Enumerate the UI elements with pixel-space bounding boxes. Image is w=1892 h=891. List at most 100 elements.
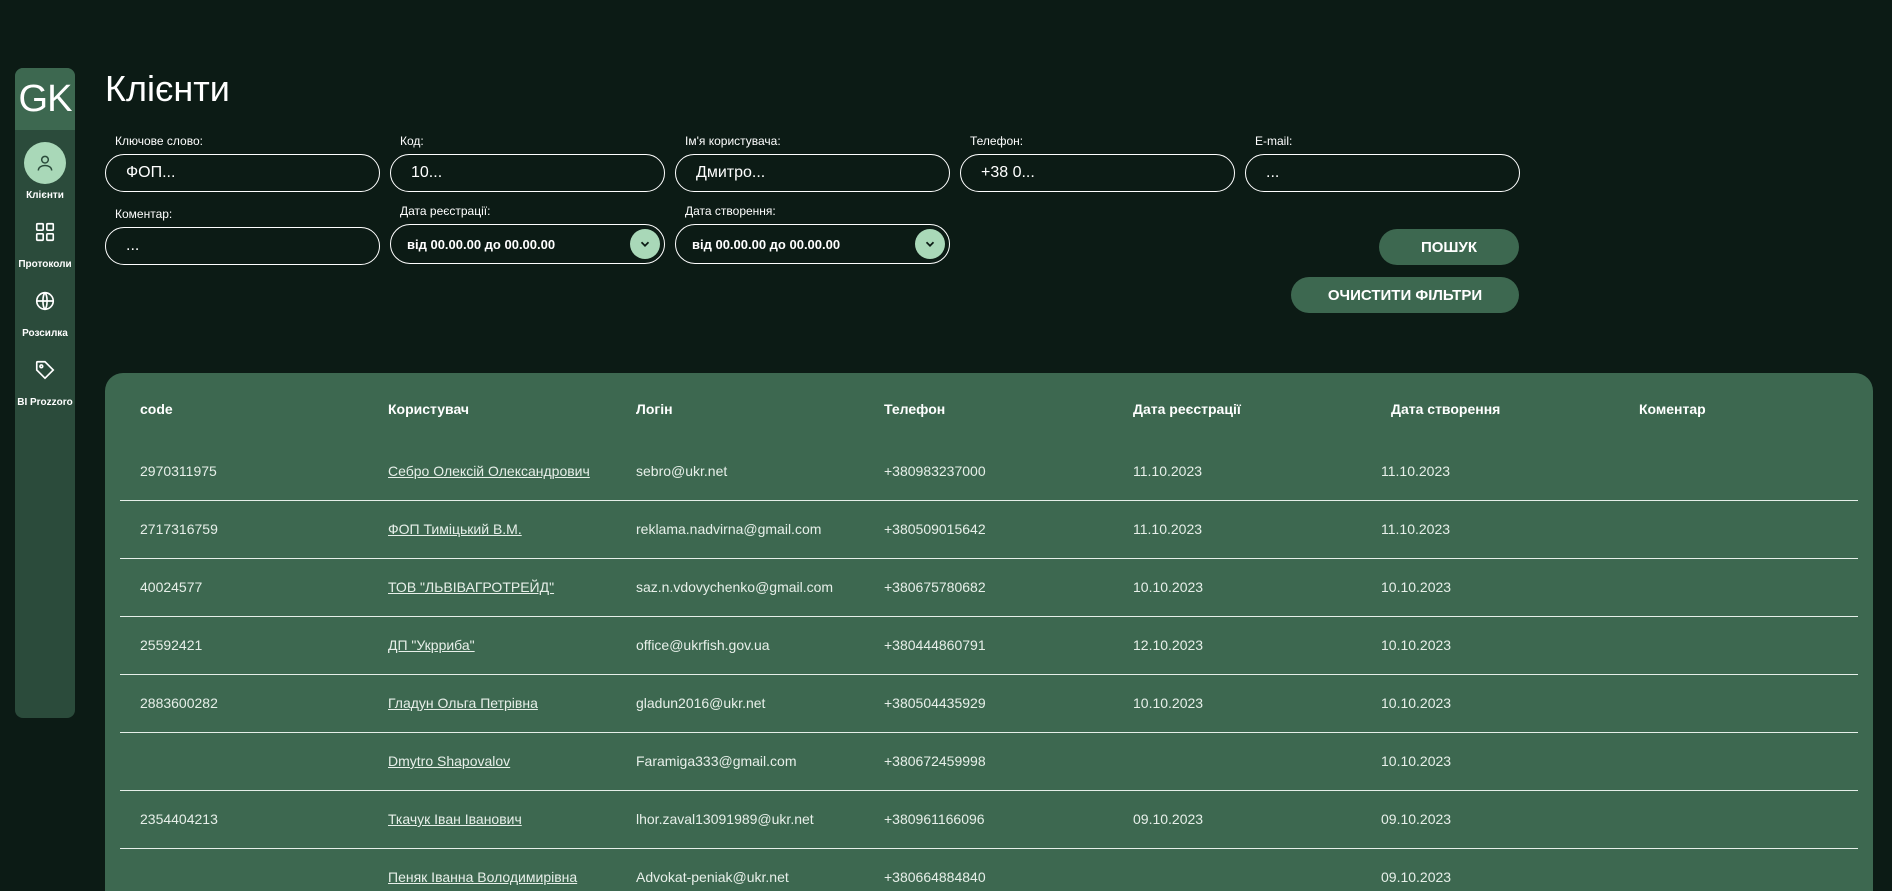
comment-filter: Коментар: — [105, 207, 380, 265]
email-label: E-mail: — [1255, 134, 1293, 148]
cell-login: lhor.zaval13091989@ukr.net — [636, 811, 814, 827]
phone-label: Телефон: — [970, 134, 1024, 148]
reg-date-value: від 00.00.00 до 00.00.00 — [407, 236, 556, 252]
keyword-filter: Ключове слово: — [105, 134, 380, 192]
phone-input[interactable] — [960, 154, 1235, 192]
code-label: Код: — [400, 134, 424, 148]
sidebar-item-clients[interactable]: Клієнти — [15, 142, 75, 201]
cell-reg-date: 11.10.2023 — [1133, 521, 1203, 537]
search-button[interactable]: ПОШУК — [1379, 229, 1519, 265]
cell-user-link[interactable]: ТОВ "ЛЬВІВАГРОТРЕЙД" — [388, 579, 554, 595]
cell-user-link[interactable]: Гладун Ольга Петрівна — [388, 695, 538, 711]
cell-user-link[interactable]: Пеняк Іванна Володимирівна — [388, 869, 577, 885]
cell-code: 40024577 — [140, 579, 203, 595]
table-row[interactable]: 2883600282 Гладун Ольга Петрівна gladun201… — [120, 675, 1858, 733]
cell-login: reklama.nadvirna@gmail.com — [636, 521, 822, 537]
reg-date-label: Дата реєстрації: — [400, 204, 491, 218]
code-filter: Код: — [390, 134, 665, 192]
cell-phone: +380672459998 — [884, 753, 986, 769]
cell-create-date: 10.10.2023 — [1381, 579, 1452, 595]
username-filter: Ім'я користувача: — [675, 134, 950, 192]
cell-phone: +380504435929 — [884, 695, 986, 711]
email-filter: E-mail: — [1245, 134, 1520, 192]
sidebar-item-mailing[interactable]: Розсилка — [15, 280, 75, 339]
cell-create-date: 11.10.2023 — [1381, 521, 1451, 537]
cell-login: office@ukrfish.gov.ua — [636, 637, 770, 653]
column-header-reg-date[interactable]: Дата реєстрації — [1133, 401, 1241, 417]
cell-user-link[interactable]: Ткачук Іван Іванович — [388, 811, 522, 827]
email-input[interactable] — [1245, 154, 1520, 192]
cell-phone: +380509015642 — [884, 521, 986, 537]
cell-reg-date: 10.10.2023 — [1133, 579, 1204, 595]
table-row[interactable]: 25592421 ДП "Укрриба" office@ukrfish.gov.u… — [120, 617, 1858, 675]
table-header: code Користувач Логін Телефон Дата реєст… — [105, 373, 1873, 443]
logo[interactable]: GK — [15, 68, 75, 130]
cell-user-link[interactable]: ДП "Укрриба" — [388, 637, 475, 653]
cell-code: 2354404213 — [140, 811, 218, 827]
cell-phone: +380961166096 — [884, 811, 985, 827]
column-header-user[interactable]: Користувач — [388, 401, 469, 417]
code-input[interactable] — [390, 154, 665, 192]
cell-reg-date: 12.10.2023 — [1133, 637, 1204, 653]
page-title: Клієнти — [105, 68, 230, 109]
grid-icon — [24, 211, 66, 253]
table-row[interactable]: 2717316759 ФОП Тиміцький В.М. reklama.nadv… — [120, 501, 1858, 559]
cell-create-date: 09.10.2023 — [1381, 811, 1452, 827]
cell-user-link[interactable]: Себро Олексій Олександрович — [388, 463, 590, 479]
column-header-phone[interactable]: Телефон — [884, 401, 945, 417]
sidebar: GK Клієнти Протоколи Розсилка BI Prozzor… — [15, 68, 75, 718]
comment-label: Коментар: — [115, 207, 173, 221]
sidebar-item-bi-prozzoro[interactable]: BI Prozzoro — [15, 349, 75, 408]
table-row[interactable]: 2354404213 Ткачук Іван Іванович lhor.zaval… — [120, 791, 1858, 849]
cell-user-link[interactable]: Dmytro Shapovalov — [388, 753, 510, 769]
username-input[interactable] — [675, 154, 950, 192]
cell-phone: +380675780682 — [884, 579, 986, 595]
cell-login: sebro@ukr.net — [636, 463, 728, 479]
username-label: Ім'я користувача: — [685, 134, 781, 148]
clear-filters-button[interactable]: ОЧИСТИТИ ФІЛЬТРИ — [1291, 277, 1519, 313]
cell-create-date: 10.10.2023 — [1381, 637, 1452, 653]
reg-date-filter: Дата реєстрації: від 00.00.00 до 00.00.0… — [390, 204, 665, 264]
comment-input[interactable] — [105, 227, 380, 265]
chevron-down-icon[interactable] — [630, 229, 660, 259]
column-header-login[interactable]: Логін — [636, 401, 673, 417]
cell-reg-date: 09.10.2023 — [1133, 811, 1204, 827]
sidebar-item-label: Клієнти — [26, 190, 64, 201]
sidebar-item-label: Розсилка — [22, 328, 68, 339]
clients-table: code Користувач Логін Телефон Дата реєст… — [105, 373, 1873, 891]
table-row[interactable]: 2970311975 Себро Олексій Олександрович seb… — [120, 443, 1858, 501]
cell-code: 2970311975 — [140, 463, 217, 479]
phone-filter: Телефон: — [960, 134, 1235, 192]
chevron-down-icon[interactable] — [915, 229, 945, 259]
column-header-comment[interactable]: Коментар — [1639, 401, 1706, 417]
cell-login: gladun2016@ukr.net — [636, 695, 766, 711]
table-row[interactable]: Dmytro Shapovalov Faramiga333@gmail.com +3… — [120, 733, 1858, 791]
sidebar-item-label: Протоколи — [18, 259, 72, 270]
cell-reg-date: 10.10.2023 — [1133, 695, 1204, 711]
cell-user-link[interactable]: ФОП Тиміцький В.М. — [388, 521, 522, 537]
column-header-code[interactable]: code — [140, 401, 173, 417]
table-row[interactable]: Пеняк Іванна Володимирівна Advokat-peniak… — [120, 849, 1858, 891]
sidebar-item-label: BI Prozzoro — [17, 397, 73, 408]
cell-phone: +380983237000 — [884, 463, 986, 479]
globe-icon — [24, 280, 66, 322]
cell-code: 2717316759 — [140, 521, 218, 537]
reg-date-picker[interactable]: від 00.00.00 до 00.00.00 — [390, 224, 665, 264]
user-icon — [24, 142, 66, 184]
cell-create-date: 09.10.2023 — [1381, 869, 1452, 885]
keyword-input[interactable] — [105, 154, 380, 192]
sidebar-item-protocols[interactable]: Протоколи — [15, 211, 75, 270]
cell-code: 2883600282 — [140, 695, 218, 711]
cell-login: saz.n.vdovychenko@gmail.com — [636, 579, 834, 595]
column-header-create-date[interactable]: Дата створення — [1391, 401, 1500, 417]
table-row[interactable]: 40024577 ТОВ "ЛЬВІВАГРОТРЕЙД" saz.n.vdovyc… — [120, 559, 1858, 617]
create-date-picker[interactable]: від 00.00.00 до 00.00.00 — [675, 224, 950, 264]
cell-reg-date: 11.10.2023 — [1133, 463, 1203, 479]
cell-create-date: 10.10.2023 — [1381, 695, 1452, 711]
cell-login: Faramiga333@gmail.com — [636, 753, 797, 769]
cell-code: 25592421 — [140, 637, 203, 653]
keyword-label: Ключове слово: — [115, 134, 203, 148]
create-date-value: від 00.00.00 до 00.00.00 — [692, 236, 841, 252]
create-date-label: Дата створення: — [685, 204, 776, 218]
cell-phone: +380444860791 — [884, 637, 986, 653]
